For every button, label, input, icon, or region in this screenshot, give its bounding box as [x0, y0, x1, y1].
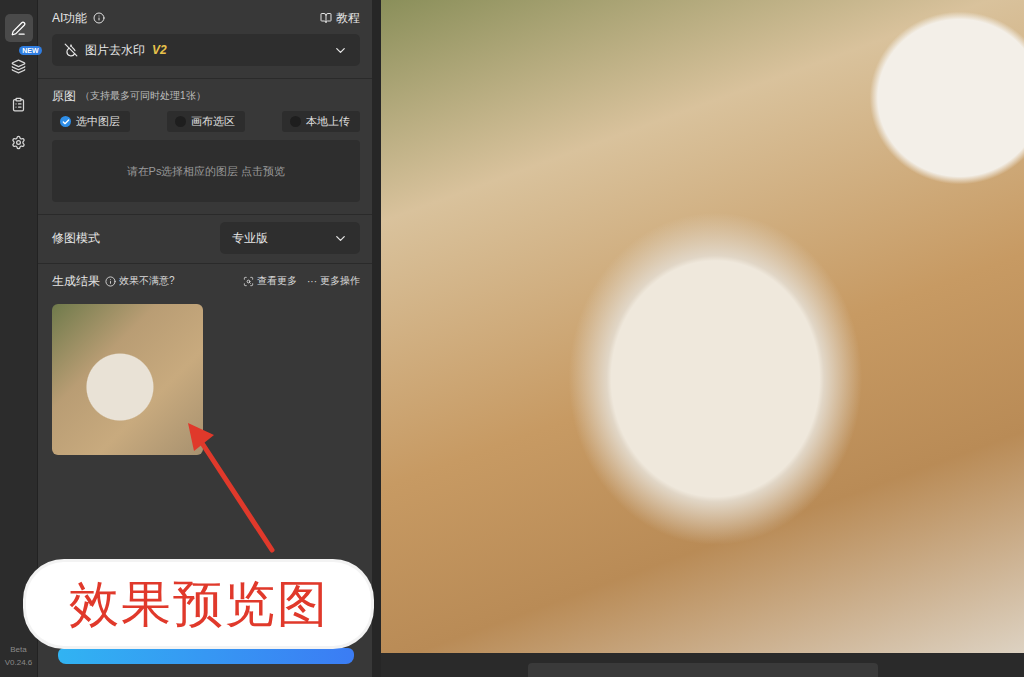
bottom-toolbar-strip: [381, 653, 1024, 677]
edit-icon: [11, 21, 26, 36]
canvas-area: [372, 0, 1024, 677]
panel-header: AI功能 教程: [52, 8, 360, 28]
mode-row: 修图模式专业版: [52, 219, 360, 257]
radio-dot: [60, 116, 71, 127]
sidebar-item[interactable]: NEW: [5, 52, 33, 80]
feature-select[interactable]: 图片去水印V2: [52, 34, 360, 66]
icon-bar: NEW BetaV0.24.6: [0, 0, 38, 677]
sidebar-item[interactable]: [5, 128, 33, 156]
gear-icon: [11, 135, 26, 150]
radio-dot: [175, 116, 186, 127]
sidebar-item[interactable]: [5, 90, 33, 118]
source-radio[interactable]: 选中图层: [52, 111, 130, 132]
results-title: 生成结果: [52, 273, 100, 290]
source-radio[interactable]: 本地上传: [282, 111, 360, 132]
info-icon[interactable]: [93, 12, 105, 24]
radio-dot: [290, 116, 301, 127]
panel-title: AI功能: [52, 10, 87, 27]
generate-button[interactable]: [58, 648, 354, 664]
info-icon: [105, 276, 116, 287]
more-actions-link[interactable]: ···更多操作: [307, 274, 360, 288]
view-more-icon: [243, 276, 254, 287]
chevron-down-icon: [333, 43, 348, 58]
layer-preview-box[interactable]: 请在Ps选择相应的图层 点击预览: [52, 140, 360, 202]
view-more-link[interactable]: 查看更多: [243, 274, 297, 288]
layers-icon: [11, 59, 26, 74]
check-icon: [62, 118, 70, 126]
preview-photo: [381, 0, 1024, 653]
clipboard-icon: [11, 97, 26, 112]
red-arrow-icon: [180, 415, 290, 560]
results-header: 生成结果效果不满意? 查看更多 ···更多操作: [52, 272, 360, 290]
app-window: NEW BetaV0.24.6 AI功能 教程图片去水印V2 原图（支持最多可同时处理1…: [0, 0, 1024, 677]
tutorial-link[interactable]: 教程: [320, 9, 360, 27]
feedback-link[interactable]: 效果不满意?: [105, 274, 175, 288]
version-label: BetaV0.24.6: [5, 643, 33, 669]
bottom-toolbar: [528, 663, 878, 677]
book-icon: [320, 12, 332, 24]
new-badge: NEW: [19, 46, 41, 55]
source-header: 原图（支持最多可同时处理1张）: [52, 87, 360, 105]
annotation-callout: 效果预览图: [26, 562, 371, 646]
mode-select[interactable]: 专业版: [220, 222, 360, 254]
source-radio[interactable]: 画布选区: [167, 111, 245, 132]
chevron-down-icon: [333, 231, 348, 246]
source-options: 选中图层 画布选区 本地上传: [52, 111, 360, 132]
sidebar-item[interactable]: [5, 14, 33, 42]
watermark-off-icon: [64, 43, 78, 57]
result-thumbnail[interactable]: [52, 304, 203, 455]
